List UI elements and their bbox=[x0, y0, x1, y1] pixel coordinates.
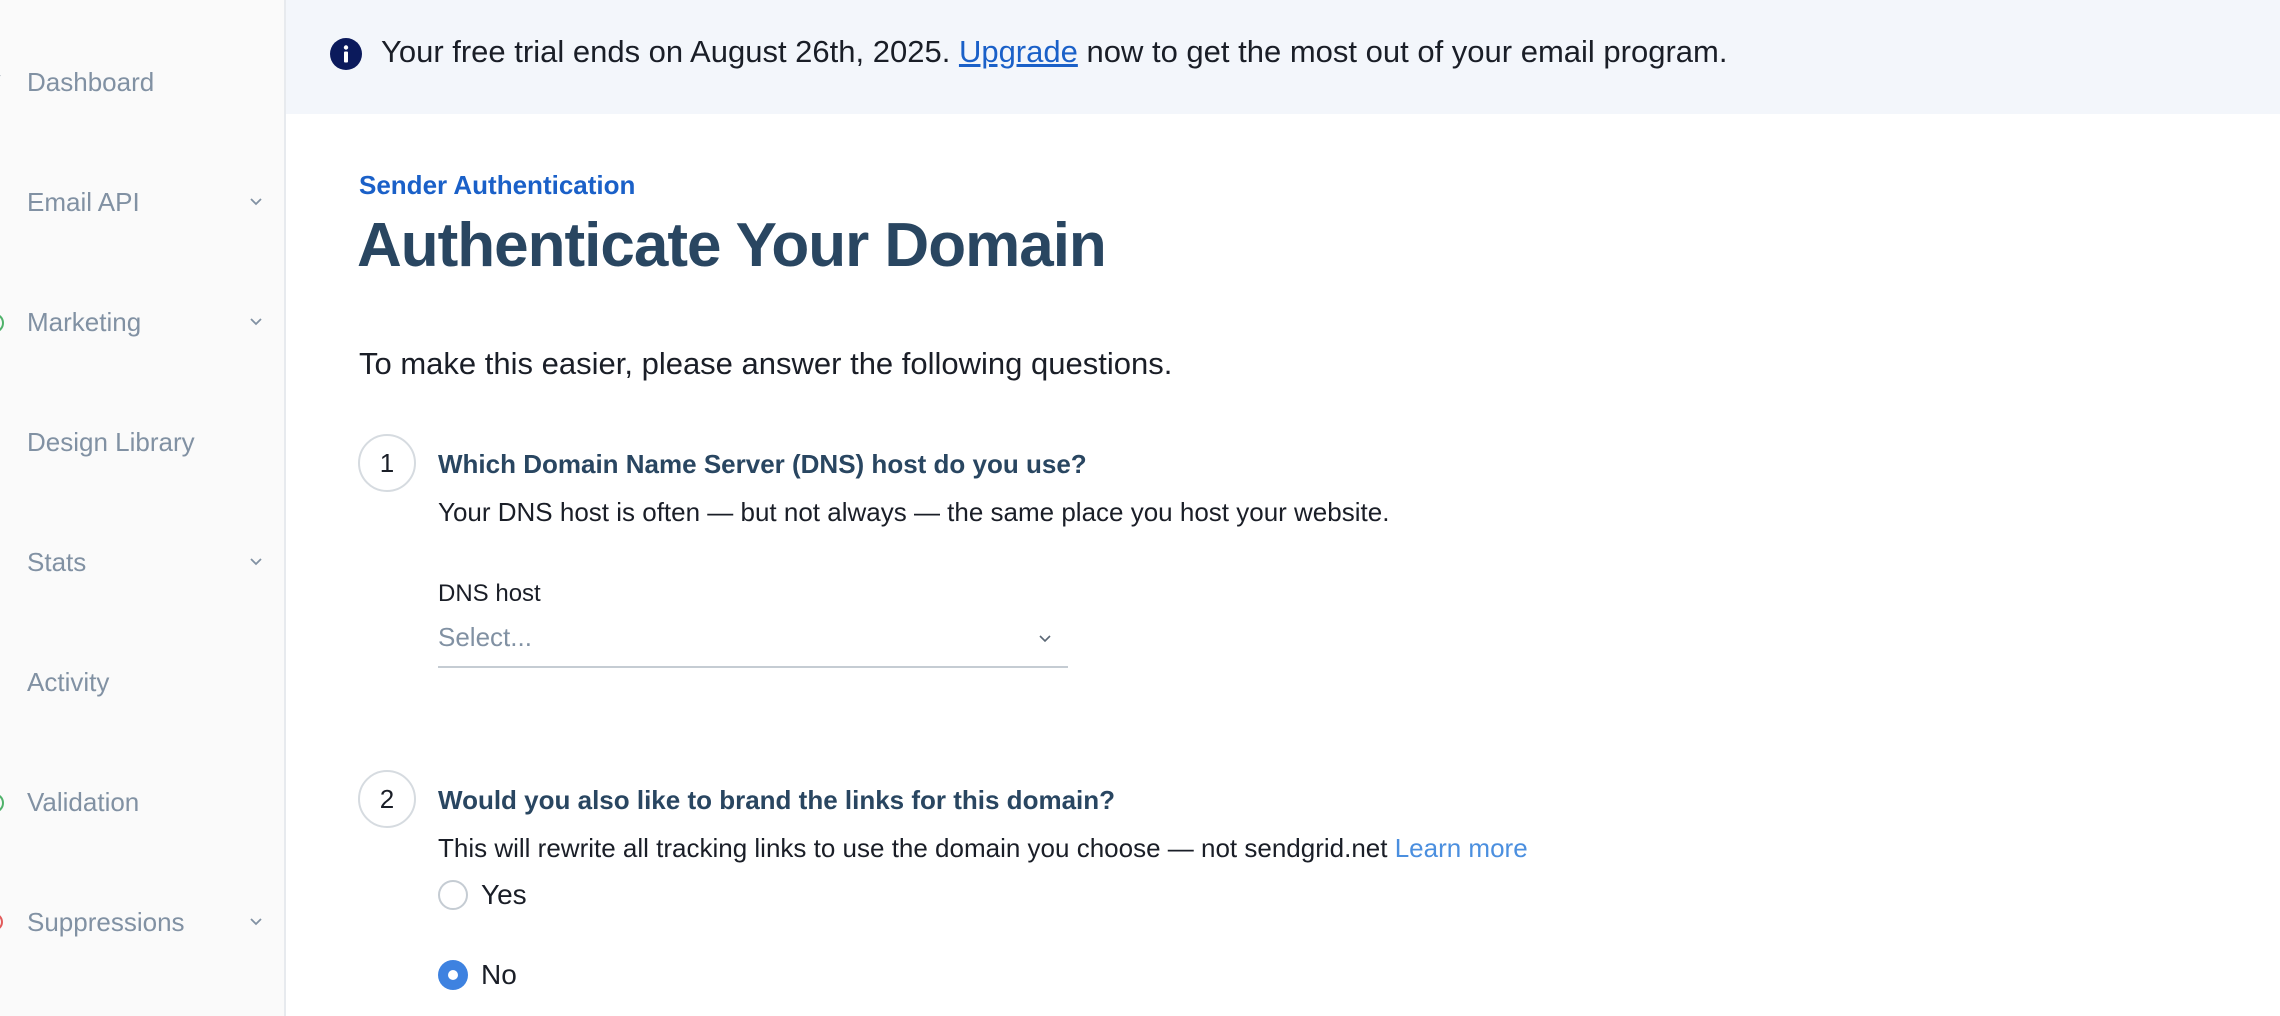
chevron-down-icon bbox=[1039, 635, 1051, 643]
sidebar-item-stats[interactable]: Stats bbox=[0, 530, 284, 594]
chevron-down-icon bbox=[250, 318, 262, 326]
chevron-down-icon bbox=[250, 558, 262, 566]
page-title: Authenticate Your Domain bbox=[357, 211, 1107, 280]
sidebar-item-label: Marketing bbox=[27, 306, 142, 337]
banner-text-start: Your free trial ends on August 26th, 202… bbox=[381, 34, 959, 69]
intro-text: To make this easier, please answer the f… bbox=[359, 346, 1173, 381]
sidebar-item-label: Email API bbox=[27, 186, 140, 217]
email-api-icon bbox=[0, 190, 8, 214]
design-library-icon bbox=[0, 430, 8, 454]
sidebar-item-label: Dashboard bbox=[27, 66, 155, 97]
radio-yes-label: Yes bbox=[481, 879, 527, 910]
suppressions-icon bbox=[0, 915, 3, 929]
radio-no-label: No bbox=[481, 959, 517, 990]
step-2-description: This will rewrite all tracking links to … bbox=[438, 833, 1528, 864]
sidebar-item-label: Activity bbox=[27, 666, 110, 697]
step-1-number: 1 bbox=[358, 434, 416, 492]
sidebar-item-label: Suppressions bbox=[27, 906, 185, 937]
info-icon bbox=[330, 38, 362, 70]
step-2-title: Would you also like to brand the links f… bbox=[438, 785, 1116, 815]
validation-icon bbox=[0, 795, 4, 811]
chevron-down-icon bbox=[250, 198, 262, 206]
sidebar-item-design-library[interactable]: Design Library bbox=[0, 410, 284, 474]
activity-icon bbox=[0, 670, 8, 694]
radio-option-no[interactable]: No bbox=[438, 958, 517, 992]
sidebar: Dashboard Email API Marketing Design Lib… bbox=[0, 0, 286, 1016]
radio-yes[interactable] bbox=[438, 880, 468, 910]
sidebar-item-activity[interactable]: Activity bbox=[0, 650, 284, 714]
trial-banner-text: Your free trial ends on August 26th, 202… bbox=[381, 34, 1727, 70]
sidebar-item-marketing[interactable]: Marketing bbox=[0, 290, 284, 354]
step-2-description-text: This will rewrite all tracking links to … bbox=[438, 833, 1388, 863]
sidebar-item-label: Validation bbox=[27, 786, 140, 817]
step-2-number: 2 bbox=[358, 770, 416, 828]
sidebar-item-dashboard[interactable]: Dashboard bbox=[0, 50, 284, 114]
sidebar-item-validation[interactable]: Validation bbox=[0, 770, 284, 834]
sidebar-item-label: Design Library bbox=[27, 426, 195, 457]
marketing-icon bbox=[0, 315, 4, 331]
dns-host-label: DNS host bbox=[438, 580, 541, 607]
sidebar-item-suppressions[interactable]: Suppressions bbox=[0, 890, 284, 954]
banner-text-end: now to get the most out of your email pr… bbox=[1077, 34, 1728, 69]
sidebar-item-email-api[interactable]: Email API bbox=[0, 170, 284, 234]
trial-banner: Your free trial ends on August 26th, 202… bbox=[286, 0, 2280, 114]
learn-more-link[interactable]: Learn more bbox=[1395, 833, 1528, 863]
chevron-down-icon bbox=[250, 918, 262, 926]
radio-no[interactable] bbox=[438, 960, 468, 990]
dns-host-select-value: Select... bbox=[438, 622, 532, 652]
breadcrumb: Sender Authentication bbox=[359, 170, 636, 200]
step-1-description: Your DNS host is often — but not always … bbox=[438, 497, 1390, 527]
step-1-title: Which Domain Name Server (DNS) host do y… bbox=[438, 449, 1087, 479]
stats-icon bbox=[0, 550, 8, 574]
home-icon bbox=[0, 75, 1, 77]
radio-option-yes[interactable]: Yes bbox=[438, 878, 527, 912]
sidebar-item-label: Stats bbox=[27, 546, 87, 577]
dns-host-select[interactable]: Select... bbox=[438, 614, 1068, 668]
main-content: Sender Authentication Authenticate Your … bbox=[286, 114, 2280, 1016]
upgrade-link[interactable]: Upgrade bbox=[959, 34, 1078, 69]
